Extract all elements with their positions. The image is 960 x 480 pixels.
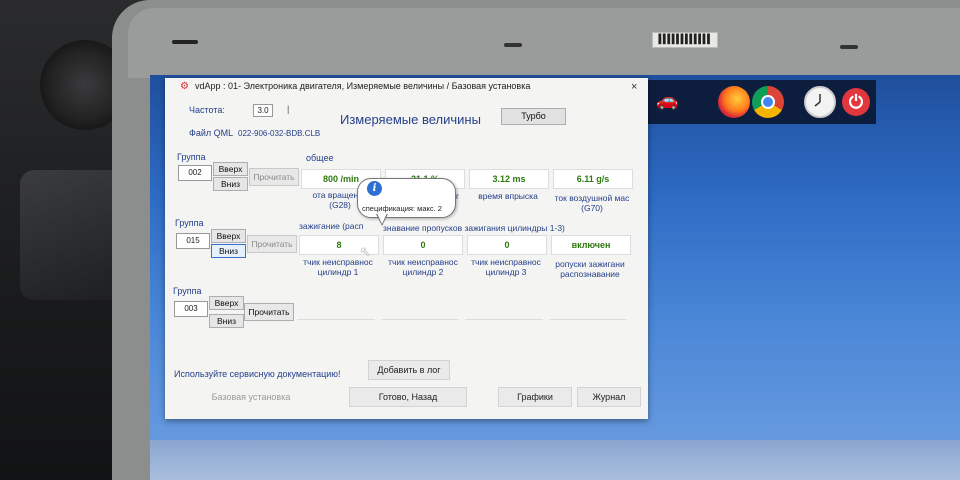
tooltip-tail (376, 213, 388, 226)
group-number-3[interactable]: 003 (174, 301, 208, 317)
clock-hands (814, 94, 821, 107)
value-cell: 0 (467, 235, 547, 255)
group-2-header: зажигание (расп (299, 221, 364, 231)
frequency-value: 3.0 (253, 104, 273, 117)
frequency-label: Частота: (189, 105, 225, 115)
group-label-3: Группа (173, 286, 202, 296)
general-label: общее (306, 153, 334, 163)
empty-value-cell (297, 301, 375, 320)
group-2-up-button[interactable]: Вверх (211, 229, 246, 243)
car-icon[interactable]: 🚗 (656, 90, 702, 110)
tooltip-text: спецификация: макс. 2 (362, 204, 442, 213)
turbo-button[interactable]: Турбо (501, 108, 566, 125)
value-cell: 6.11 g/s (553, 169, 633, 189)
barcode-sticker: ▌▌▌▌▌▌▌▌▌▌▌▌ (652, 32, 718, 48)
empty-value-cell (381, 301, 459, 320)
add-log-button[interactable]: Добавить в лог (368, 360, 450, 380)
clock-icon[interactable] (804, 86, 836, 118)
group-3-up-button[interactable]: Вверх (209, 296, 244, 310)
group-label-2: Группа (175, 218, 204, 228)
value-caption: тчик неисправнос цилиндр 1 (303, 257, 373, 277)
group-number-1[interactable]: 002 (178, 165, 212, 181)
app-icon: ⚙ (180, 81, 189, 92)
done-back-button[interactable]: Готово, Назад (349, 387, 467, 407)
firefox-icon[interactable] (718, 86, 750, 118)
file-value: 022-906-032-BDB.CLB (238, 129, 321, 138)
webcam (504, 43, 522, 47)
empty-value-cell (549, 301, 627, 320)
empty-value-cell (465, 301, 543, 320)
group-3-read-button[interactable]: Прочитать (244, 303, 294, 321)
value-cell: 0 (383, 235, 463, 255)
service-doc-notice: Используйте сервисную документацию! (174, 369, 341, 379)
group-2-header-cont: знавание пропусков зажигания цилиндры 1-… (383, 223, 565, 233)
group-1-down-button[interactable]: Вниз (213, 177, 248, 191)
group-3-down-button[interactable]: Вниз (209, 314, 244, 328)
laptop-bezel (128, 8, 960, 78)
value-caption: ропуски зажигани распознавание (555, 259, 625, 279)
value-caption: ток воздушной мас (G70) (554, 193, 630, 213)
desktop-bottom (150, 440, 960, 480)
chrome-icon[interactable] (752, 86, 784, 118)
group-2-down-button[interactable]: Вниз (211, 244, 246, 258)
page-title: Измеряемые величины (340, 112, 481, 127)
close-button[interactable]: × (631, 81, 637, 93)
bezel-slot-right (840, 45, 858, 49)
window-title: vdApp : 01- Электроника двигателя, Измер… (195, 81, 531, 91)
bezel-slot (172, 40, 198, 44)
group-1-up-button[interactable]: Вверх (213, 162, 248, 176)
vdapp-window: ⚙ vdApp : 01- Электроника двигателя, Изм… (165, 78, 648, 419)
graphs-button[interactable]: Графики (498, 387, 572, 407)
group-1-read-button[interactable]: Прочитать (249, 168, 299, 186)
group-2-read-button[interactable]: Прочитать (247, 235, 297, 253)
file-label: Файл QML (189, 128, 234, 138)
basic-setting-button[interactable]: Базовая установка (185, 387, 317, 407)
value-caption: тчик неисправнос цилиндр 3 (471, 257, 541, 277)
value-cell: включен (551, 235, 631, 255)
frequency-separator: | (287, 104, 290, 114)
journal-button[interactable]: Журнал (577, 387, 641, 407)
power-icon[interactable]: ⏻ (842, 88, 870, 116)
title-bar: ⚙ vdApp : 01- Электроника двигателя, Изм… (165, 78, 648, 96)
group-label-1: Группа (177, 152, 206, 162)
value-caption: время впрыска (478, 191, 538, 201)
group-number-2[interactable]: 015 (176, 233, 210, 249)
value-caption: тчик неисправнос цилиндр 2 (388, 257, 458, 277)
mouse-cursor-icon: ↖ (360, 244, 371, 259)
value-cell: 3.12 ms (469, 169, 549, 189)
info-icon: i (367, 181, 382, 196)
